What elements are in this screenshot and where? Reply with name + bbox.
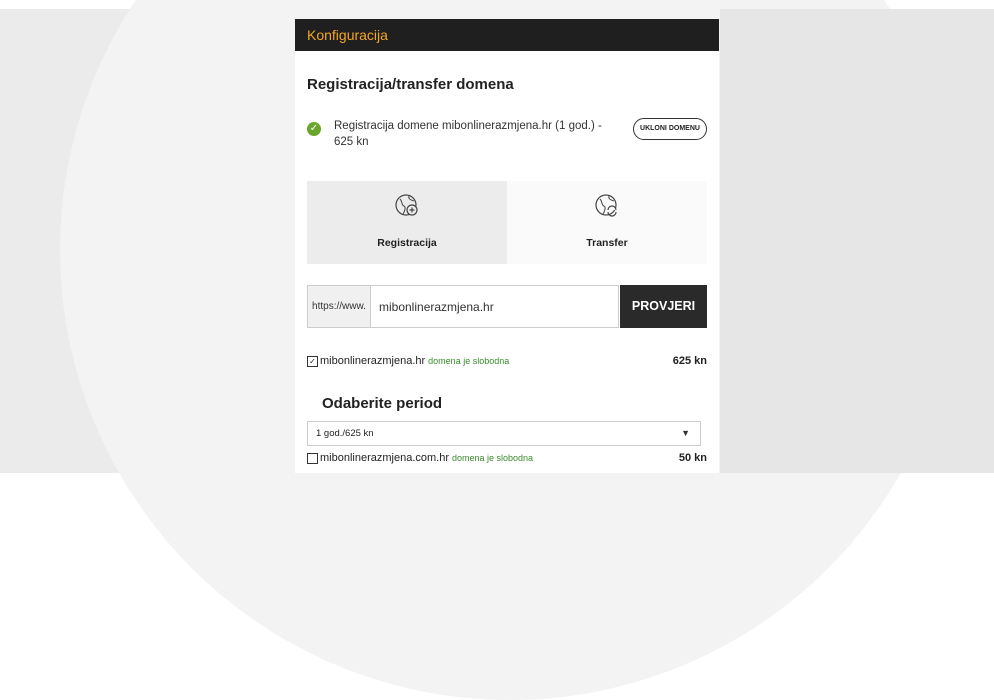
result-checkbox[interactable]: ✓ (307, 356, 318, 367)
result-price: 625 kn (672, 355, 707, 367)
result-domain-wrap: mibonlinerazmjena.com.hr domena je slobod… (320, 452, 533, 464)
globe-plus-icon (395, 194, 418, 216)
check-circle-icon: ✓ (307, 122, 321, 136)
result-domain: mibonlinerazmjena.com.hr (320, 452, 449, 464)
domain-search: https://www. PROVJERI (307, 285, 707, 328)
result-status: domena je slobodna (428, 356, 510, 366)
page-background-right (720, 9, 994, 473)
period-title: Odaberite period (322, 395, 443, 412)
remove-domain-button[interactable]: UKLONI DOMENU (633, 118, 707, 140)
result-status: domena je slobodna (452, 453, 534, 463)
domain-input[interactable] (370, 285, 619, 328)
registration-text: Registracija domene mibonlinerazmjena.hr… (334, 120, 602, 148)
result-checkbox[interactable] (307, 453, 318, 464)
dropdown-arrow-icon: ▼ (681, 428, 690, 438)
period-select[interactable]: 1 god./625 kn ▼ (307, 421, 701, 446)
result-domain: mibonlinerazmjena.hr (320, 355, 426, 367)
section-title: Registracija/transfer domena (307, 76, 514, 93)
tab-label-registracija: Registracija (377, 237, 437, 249)
url-prefix: https://www. (307, 285, 370, 328)
globe-arrows-icon (595, 194, 617, 217)
result-domain-wrap: mibonlinerazmjena.hr domena je slobodna (320, 355, 509, 367)
tab-label-transfer: Transfer (586, 237, 628, 249)
result-price: 50 kn (678, 452, 707, 464)
period-selected-value: 1 god./625 kn (316, 428, 374, 439)
tab-registracija[interactable]: Registracija (307, 181, 507, 264)
check-button[interactable]: PROVJERI (620, 285, 707, 328)
panel-header: Konfiguracija (295, 19, 719, 51)
tab-transfer[interactable]: Transfer (507, 181, 707, 264)
configuration-panel: Konfiguracija Registracija/transfer dome… (295, 19, 719, 473)
domain-action-tabs: Registracija Transfer (307, 181, 707, 264)
